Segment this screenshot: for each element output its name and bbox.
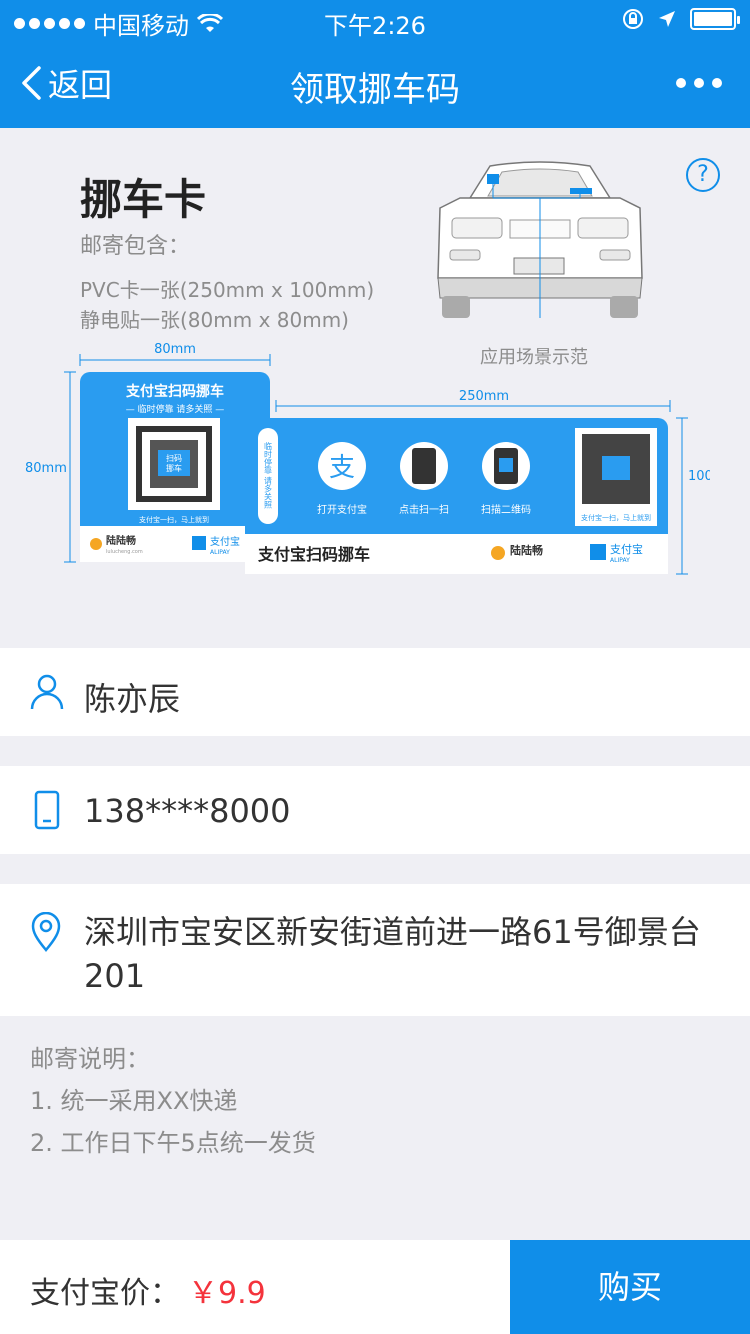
pvc-side-text: 临时停靠 请多关照 (264, 441, 273, 510)
product-title: 挪车卡 (80, 175, 207, 224)
car-illustration (437, 161, 643, 318)
status-right (622, 8, 740, 30)
card-illustration: 80mm 80mm 支付宝扫码挪车 — 临时停靠 请多关照 — 扫码 挪车 支付… (25, 342, 710, 575)
sticker-scan-hint: 支付宝一扫，马上就到 (139, 515, 209, 524)
buy-button[interactable]: 购买 (510, 1240, 750, 1334)
pvc-step-3: 扫描二维码 (481, 503, 531, 516)
contact-name: 陈亦辰 (84, 680, 181, 718)
location-arrow-icon (659, 11, 675, 27)
sticker-brand-lu: 陆陆畅 (106, 534, 136, 547)
phone-icon (34, 790, 60, 830)
mail-contents-label: 邮寄包含： (80, 234, 191, 259)
purchase-bar: 支付宝价： ￥9.9 购买 (0, 1240, 750, 1334)
pvc-step-2: 点击扫一扫 (399, 503, 449, 516)
user-icon (30, 674, 64, 710)
rotation-lock-icon (623, 9, 643, 29)
price-value: ￥9.9 (188, 1276, 266, 1311)
location-pin-icon (31, 912, 61, 952)
help-icon[interactable]: ? (686, 158, 720, 192)
price-row: 支付宝价： ￥9.9 (30, 1268, 266, 1312)
svg-text:ALIPAY: ALIPAY (610, 557, 630, 564)
page-title: 领取挪车码 (290, 70, 460, 110)
dim-big-width: 250mm (459, 389, 509, 404)
sticker-brand-ali-en: ALIPAY (210, 549, 230, 556)
nav-bar: 返回 领取挪车码 (0, 40, 750, 128)
mail-item-pvc: PVC卡一张(250mm x 100mm) (80, 278, 375, 302)
notes-line-2: 2. 工作日下午5点统一发货 (30, 1129, 316, 1157)
battery-icon (690, 8, 740, 30)
mail-item-sticker: 静电贴一张(80mm x 80mm) (80, 308, 349, 332)
dim-small-height: 80mm (25, 461, 67, 476)
shipping-notes: 邮寄说明： 1. 统一采用XX快递 2. 工作日下午5点统一发货 (30, 1038, 316, 1164)
phone-row[interactable]: 138****8000 (0, 766, 750, 854)
sticker-subtitle: — 临时停靠 请多关照 — (126, 403, 225, 415)
sticker-brand-ali: 支付宝 (210, 535, 240, 548)
svg-text:支付宝: 支付宝 (610, 542, 643, 556)
notes-line-1: 1. 统一采用XX快递 (30, 1087, 238, 1115)
status-bar: 中国移动 下午2:26 (0, 0, 750, 40)
svg-text:支: 支 (329, 453, 355, 483)
address-row[interactable]: 深圳市宝安区新安街道前进一路61号御景台201 (0, 884, 750, 1016)
contact-address: 深圳市宝安区新安街道前进一路61号御景台201 (84, 913, 701, 995)
sticker-title: 支付宝扫码挪车 (125, 383, 224, 400)
dim-small-width: 80mm (154, 342, 196, 357)
notes-title: 邮寄说明： (30, 1045, 150, 1073)
pvc-footer-title: 支付宝扫码挪车 (257, 545, 370, 564)
sticker-brand-lu-url: lulucheng.com (106, 549, 143, 555)
contact-phone: 138****8000 (84, 792, 291, 830)
sticker-qr-badge-1: 扫码 (166, 453, 182, 463)
top-bar: 中国移动 下午2:26 返回 领取挪车码 (0, 0, 750, 128)
price-label: 支付宝价： (30, 1276, 180, 1311)
pvc-scan-hint: 支付宝一扫，马上就到 (581, 513, 651, 522)
svg-text:陆陆畅: 陆陆畅 (510, 543, 543, 557)
dim-big-height: 100mm (688, 469, 710, 484)
sticker-qr-badge-2: 挪车 (166, 463, 182, 473)
product-hero: 挪车卡 邮寄包含： PVC卡一张(250mm x 100mm) 静电贴一张(80… (0, 128, 750, 648)
pvc-step-1: 打开支付宝 (317, 503, 367, 516)
more-button[interactable] (676, 78, 722, 88)
name-row[interactable]: 陈亦辰 (0, 648, 750, 736)
